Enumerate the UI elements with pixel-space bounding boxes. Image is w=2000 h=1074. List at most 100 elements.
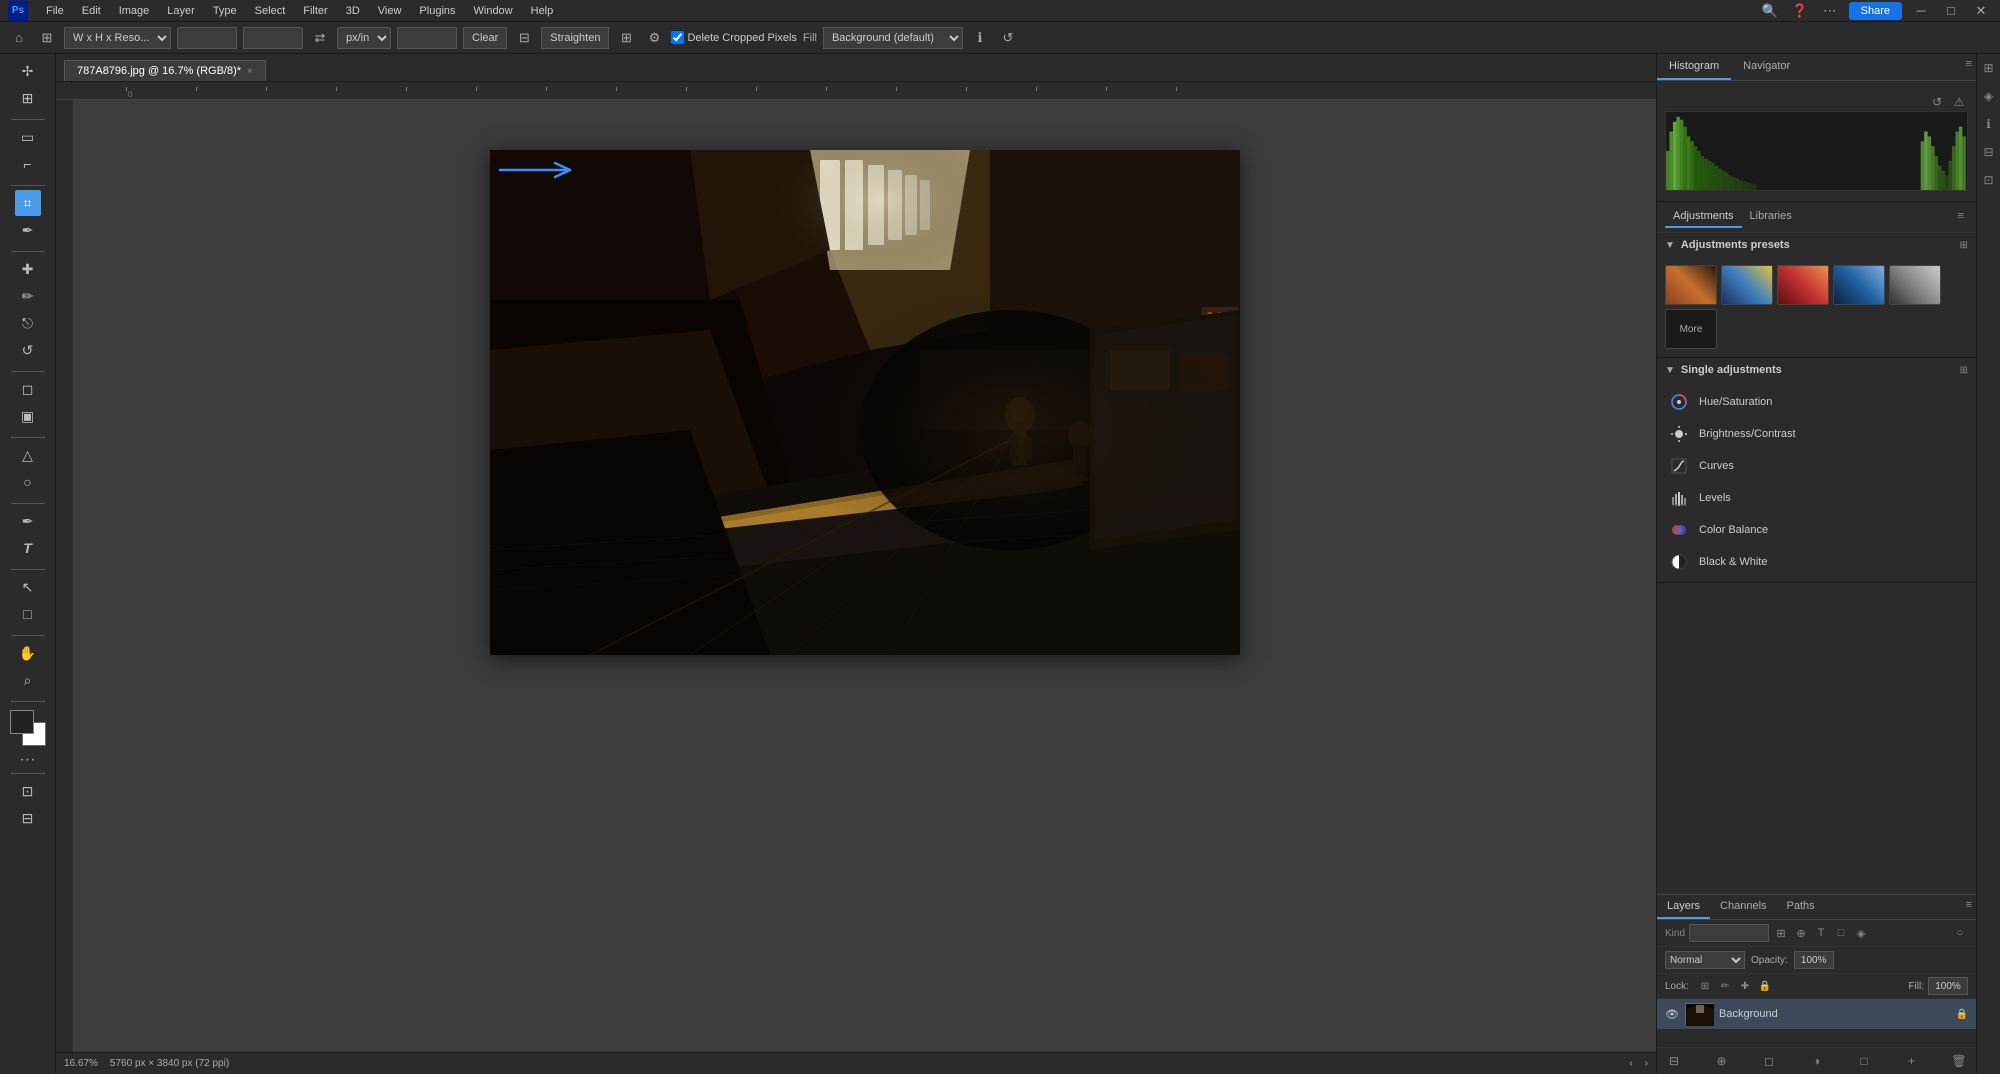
pixel-filter-btn[interactable]: ⊞	[1773, 925, 1789, 941]
menu-3d[interactable]: 3D	[338, 3, 368, 19]
adj-color-balance[interactable]: Color Balance	[1657, 514, 1976, 546]
layer-adj-btn[interactable]: ◑	[1808, 1052, 1826, 1070]
menu-view[interactable]: View	[370, 3, 410, 19]
preset-item-4[interactable]	[1833, 265, 1885, 305]
crop-tool[interactable]: ⌗	[15, 190, 41, 216]
menu-file[interactable]: File	[38, 3, 72, 19]
shape-filter-btn[interactable]: □	[1833, 925, 1849, 941]
info-icon[interactable]: ℹ	[969, 27, 991, 49]
canvas-image[interactable]	[490, 150, 1240, 655]
preset-item-3[interactable]	[1777, 265, 1829, 305]
right-collapse-icon[interactable]: ⊟	[1979, 142, 1999, 162]
hist-warn-btn[interactable]: ⚠	[1950, 93, 1968, 111]
move-tool[interactable]: ✢	[15, 58, 41, 84]
tool-options-icon[interactable]: ⊞	[36, 27, 58, 49]
screen-mode-tool[interactable]: ⊟	[15, 805, 41, 831]
menu-filter[interactable]: Filter	[295, 3, 335, 19]
close-icon[interactable]: ✕	[1970, 0, 1992, 22]
tab-close-button[interactable]: ×	[247, 66, 253, 77]
single-adj-grid-icon[interactable]: ⊞	[1960, 365, 1968, 376]
layers-tab[interactable]: Layers	[1657, 895, 1710, 919]
fill-input[interactable]	[1928, 977, 1968, 995]
right-history-icon[interactable]: ⊞	[1979, 58, 1999, 78]
lock-all-btn[interactable]: 🔒	[1757, 978, 1773, 994]
lock-artboard-btn[interactable]: ✚	[1737, 978, 1753, 994]
layer-style-btn[interactable]: ⊕	[1713, 1052, 1731, 1070]
menu-plugins[interactable]: Plugins	[411, 3, 463, 19]
width-input[interactable]	[177, 27, 237, 49]
adj-black-white[interactable]: Black & White	[1657, 546, 1976, 578]
document-tab[interactable]: 787A8796.jpg @ 16.7% (RGB/8)* ×	[64, 60, 266, 81]
adj-menu-icon[interactable]: ≡	[1954, 206, 1968, 228]
layers-search-input[interactable]	[1689, 924, 1769, 942]
lock-pixels-btn[interactable]: ⊞	[1697, 978, 1713, 994]
right-info-icon[interactable]: ℹ	[1979, 114, 1999, 134]
unit-select[interactable]: px/in	[337, 27, 391, 49]
help-icon[interactable]: ❓	[1789, 0, 1811, 22]
dodge-tool[interactable]: ○	[15, 469, 41, 495]
channels-tab[interactable]: Channels	[1710, 895, 1776, 919]
smart-filter-btn[interactable]: ◈	[1853, 925, 1869, 941]
layer-mask-btn[interactable]: ◻	[1760, 1052, 1778, 1070]
adj-single-header[interactable]: ▼ Single adjustments ⊞	[1657, 358, 1976, 382]
shape-tool[interactable]: □	[15, 601, 41, 627]
histogram-menu-icon[interactable]: ≡	[1962, 54, 1976, 80]
paths-tab[interactable]: Paths	[1777, 895, 1825, 919]
foreground-color[interactable]	[10, 710, 34, 734]
more-tools[interactable]: ···	[20, 751, 36, 769]
presets-grid-icon[interactable]: ⊞	[1960, 240, 1968, 251]
color-swatches[interactable]	[10, 710, 46, 746]
straighten-button[interactable]: Straighten	[541, 27, 609, 49]
layer-group-btn[interactable]: □	[1855, 1052, 1873, 1070]
menu-select[interactable]: Select	[247, 3, 294, 19]
right-color-icon[interactable]: ◈	[1979, 86, 1999, 106]
adj-levels[interactable]: Levels	[1657, 482, 1976, 514]
menu-type[interactable]: Type	[205, 3, 245, 19]
libraries-tab[interactable]: Libraries	[1742, 206, 1800, 228]
canvas-viewport[interactable]	[74, 100, 1656, 1052]
adj-presets-header[interactable]: ▼ Adjustments presets ⊞	[1657, 233, 1976, 257]
link-icon[interactable]: ⊟	[513, 27, 535, 49]
swap-icon[interactable]: ⇄	[309, 27, 331, 49]
settings-icon[interactable]: ⋯	[1819, 0, 1841, 22]
history-brush-tool[interactable]: ↺	[15, 337, 41, 363]
adjustments-tab[interactable]: Adjustments	[1665, 206, 1742, 228]
eraser-tool[interactable]: ◻	[15, 376, 41, 402]
quick-mask-tool[interactable]: ⊡	[15, 778, 41, 804]
gear-icon[interactable]: ⚙	[643, 27, 665, 49]
brush-tool[interactable]: ✏	[15, 283, 41, 309]
layer-background[interactable]: 👁 Background 🔒	[1657, 999, 1976, 1029]
pen-tool[interactable]: ✒	[15, 508, 41, 534]
clear-button[interactable]: Clear	[463, 27, 507, 49]
adj-curves[interactable]: Curves	[1657, 450, 1976, 482]
artboard-tool[interactable]: ⊞	[15, 85, 41, 111]
share-button[interactable]: Share	[1849, 2, 1902, 20]
minimize-icon[interactable]: ─	[1910, 0, 1932, 22]
menu-image[interactable]: Image	[111, 3, 158, 19]
height-input[interactable]	[243, 27, 303, 49]
lasso-tool[interactable]: ⌐	[15, 151, 41, 177]
delete-cropped-checkbox[interactable]	[671, 31, 684, 44]
reset-icon[interactable]: ↺	[997, 27, 1019, 49]
layers-toggle-btn[interactable]: ○	[1952, 925, 1968, 941]
grid-icon[interactable]: ⊞	[615, 27, 637, 49]
adj-filter-btn[interactable]: ⊕	[1793, 925, 1809, 941]
status-nav-right[interactable]: ›	[1645, 1058, 1648, 1069]
size-preset-select[interactable]: W x H x Reso...	[64, 27, 171, 49]
menu-edit[interactable]: Edit	[74, 3, 109, 19]
resolution-input[interactable]	[397, 27, 457, 49]
hist-refresh-btn[interactable]: ↺	[1928, 93, 1946, 111]
layer-new-btn[interactable]: +	[1903, 1052, 1921, 1070]
delete-cropped-label[interactable]: Delete Cropped Pixels	[671, 31, 796, 44]
layer-visibility-toggle[interactable]: 👁	[1665, 1007, 1679, 1021]
heal-tool[interactable]: ✚	[15, 256, 41, 282]
layer-link-btn[interactable]: ⊟	[1665, 1052, 1683, 1070]
zoom-tool[interactable]: ⌕	[15, 667, 41, 693]
search-icon[interactable]: 🔍	[1759, 0, 1781, 22]
preset-item-2[interactable]	[1721, 265, 1773, 305]
gradient-tool[interactable]: ▣	[15, 403, 41, 429]
menu-help[interactable]: Help	[523, 3, 562, 19]
type-tool[interactable]: T	[15, 535, 41, 561]
maximize-icon[interactable]: □	[1940, 0, 1962, 22]
preset-more-button[interactable]: More	[1665, 309, 1717, 349]
